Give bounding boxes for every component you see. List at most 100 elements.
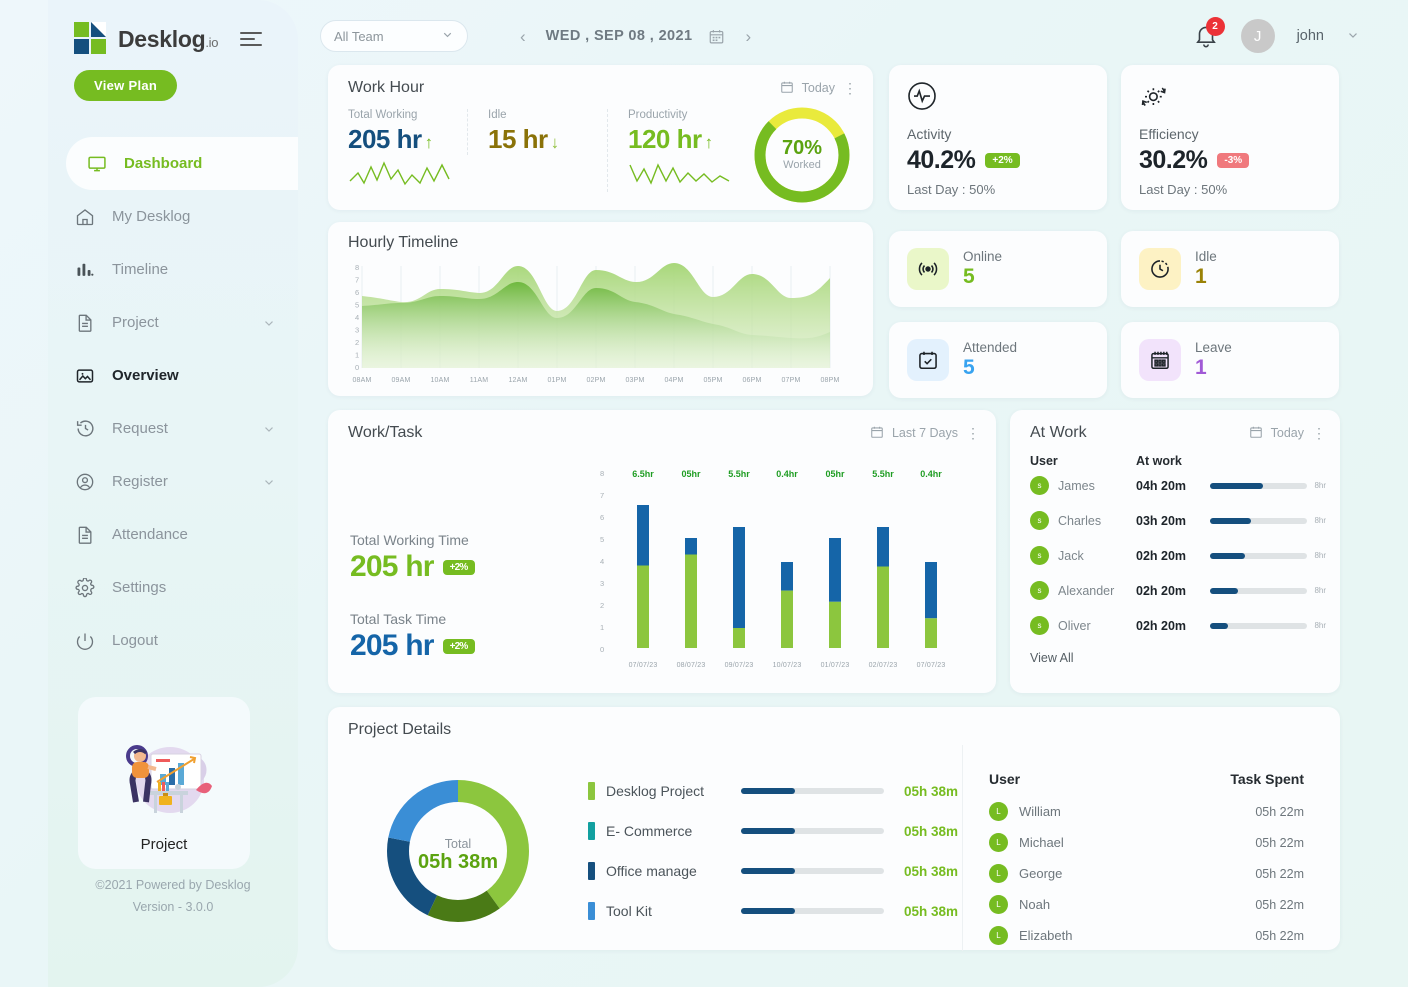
table-row[interactable]: L William 05h 22m — [989, 796, 1304, 827]
at-work-progress — [1210, 552, 1308, 559]
total-task-time-value: 205 hr — [350, 629, 434, 662]
top-bar-right: 2 J john — [1193, 17, 1360, 53]
project-time: 05h 38m — [904, 823, 959, 839]
online-label: Online — [963, 249, 1003, 264]
metric-productivity: Productivity 120 hr ↑ — [607, 109, 747, 192]
sidebar-label: Dashboard — [124, 155, 203, 172]
project-legend-row[interactable]: Office manage 05h 38m — [588, 851, 962, 891]
online-card: Online 5 — [889, 231, 1107, 307]
project-time: 05h 38m — [904, 863, 959, 879]
chevron-down-icon[interactable] — [262, 422, 276, 436]
svg-text:01/07/23: 01/07/23 — [821, 662, 850, 669]
trend-up-icon: ↑ — [424, 133, 434, 152]
sidebar-item-dashboard[interactable]: Dashboard — [66, 137, 298, 190]
chevron-down-icon[interactable] — [1346, 28, 1360, 45]
sidebar-item-project[interactable]: Project — [48, 296, 298, 349]
svg-text:2: 2 — [355, 338, 359, 347]
svg-text:01PM: 01PM — [547, 377, 566, 384]
view-plan-button[interactable]: View Plan — [74, 70, 178, 101]
bar-work — [685, 538, 697, 555]
work-hour-period[interactable]: Today — [802, 81, 835, 95]
at-work-row[interactable]: s Charles 03h 20m 8hr — [1010, 503, 1340, 538]
sidebar-item-timeline[interactable]: Timeline — [48, 243, 298, 296]
at-work-row[interactable]: s Oliver 02h 20m 8hr — [1010, 608, 1340, 643]
brand-logo[interactable]: Desklog.io — [48, 0, 298, 56]
leave-value: 1 — [1195, 356, 1207, 379]
project-promo-label: Project — [140, 836, 188, 853]
sidebar-item-settings[interactable]: Settings — [48, 561, 298, 614]
chevron-down-icon[interactable] — [262, 316, 276, 330]
at-work-row[interactable]: s Alexander 02h 20m 8hr — [1010, 573, 1340, 608]
at-work-period[interactable]: Today — [1271, 426, 1304, 440]
sidebar-item-my-desklog[interactable]: My Desklog — [48, 190, 298, 243]
table-row[interactable]: L Michael 05h 22m — [989, 827, 1304, 858]
avatar: s — [1030, 546, 1049, 565]
view-all-link[interactable]: View All — [1010, 643, 1340, 665]
top-bar: All Team ‹ WED , SEP 08 , 2021 › 2 J joh… — [320, 14, 1360, 58]
project-legend-row[interactable]: E- Commerce 05h 38m — [588, 811, 962, 851]
notifications-button[interactable]: 2 — [1193, 17, 1225, 50]
menu-toggle-icon[interactable] — [240, 32, 263, 46]
y-axis-labels: 8 7 6 5 4 3 2 1 0 — [600, 469, 604, 654]
prev-date-button[interactable]: ‹ — [516, 26, 530, 47]
at-work-progress — [1210, 517, 1308, 524]
version-text: Version - 3.0.0 — [132, 900, 214, 914]
calendar-icon[interactable] — [708, 28, 725, 45]
table-row[interactable]: L Elizabeth 05h 22m — [989, 920, 1304, 951]
svg-text:1: 1 — [355, 351, 359, 360]
team-select[interactable]: All Team — [320, 20, 468, 52]
next-date-button[interactable]: › — [741, 26, 755, 47]
efficiency-card: Efficiency 30.2% -3% Last Day : 50% — [1121, 65, 1339, 210]
hourly-timeline-chart: 8 7 6 5 4 3 2 1 0 08AM 09AM 10AM 11AM 12… — [352, 263, 839, 384]
work-task-more-icon[interactable]: ⋮ — [966, 426, 980, 440]
svg-text:05hr: 05hr — [681, 469, 701, 479]
at-work-card: At Work Today ⋮ User At work s James 04h … — [1010, 410, 1340, 693]
work-task-period[interactable]: Last 7 Days — [892, 426, 958, 440]
legend-swatch — [588, 822, 595, 840]
table-row[interactable]: L Noah 05h 22m — [989, 889, 1304, 920]
sidebar-item-overview[interactable]: Overview — [48, 349, 298, 402]
at-work-duration: 04h 20m — [1136, 478, 1187, 493]
project-details-title: Project Details — [348, 721, 452, 738]
sidebar-item-attendance[interactable]: Attendance — [48, 508, 298, 561]
at-work-max-label: 8hr — [1314, 586, 1326, 595]
svg-text:11AM: 11AM — [470, 377, 489, 384]
project-donut-center-label: Total — [445, 837, 471, 851]
monitor-icon — [86, 153, 108, 175]
project-users-header-row: User Task Spent — [989, 771, 1304, 796]
trend-up-icon: ↑ — [704, 133, 714, 152]
efficiency-last-day: Last Day : 50% — [1139, 182, 1228, 197]
at-work-user-name: Jack — [1058, 548, 1084, 563]
sidebar-label: My Desklog — [112, 208, 191, 225]
sidebar-item-request[interactable]: Request — [48, 402, 298, 455]
work-hour-title: Work Hour — [348, 79, 425, 96]
bar-task — [877, 566, 889, 648]
sparkline-productivity — [629, 163, 730, 185]
sidebar-item-logout[interactable]: Logout — [48, 614, 298, 667]
svg-text:0: 0 — [355, 363, 359, 372]
at-work-row[interactable]: s James 04h 20m 8hr — [1010, 468, 1340, 503]
metric-label: Idle — [488, 109, 507, 121]
chevron-down-icon[interactable] — [262, 475, 276, 489]
project-legend-row[interactable]: Tool Kit 05h 38m — [588, 891, 962, 931]
project-promo-card[interactable]: Project — [78, 697, 250, 869]
activity-last-day: Last Day : 50% — [907, 182, 996, 197]
svg-text:4: 4 — [355, 313, 359, 322]
at-work-row[interactable]: s Jack 02h 20m 8hr — [1010, 538, 1340, 573]
worked-sublabel: Worked — [783, 159, 821, 171]
at-work-more-icon[interactable]: ⋮ — [1312, 426, 1326, 440]
table-row[interactable]: L George 05h 22m — [989, 858, 1304, 889]
brand-name: Desklog.io — [118, 25, 219, 52]
date-navigator: ‹ WED , SEP 08 , 2021 › — [516, 26, 755, 47]
avatar[interactable]: J — [1240, 19, 1275, 53]
attended-label: Attended — [963, 340, 1018, 355]
project-legend-row[interactable]: Desklog Project 05h 38m — [588, 771, 962, 811]
sidebar-item-register[interactable]: Register — [48, 455, 298, 508]
svg-text:07PM: 07PM — [781, 377, 800, 384]
metric-value: 205 hr — [348, 124, 422, 154]
user-name: Michael — [1019, 835, 1064, 850]
notification-badge: 2 — [1205, 17, 1225, 36]
work-hour-more-icon[interactable]: ⋮ — [843, 81, 857, 95]
svg-text:09AM: 09AM — [391, 377, 410, 384]
avatar: L — [989, 802, 1008, 821]
